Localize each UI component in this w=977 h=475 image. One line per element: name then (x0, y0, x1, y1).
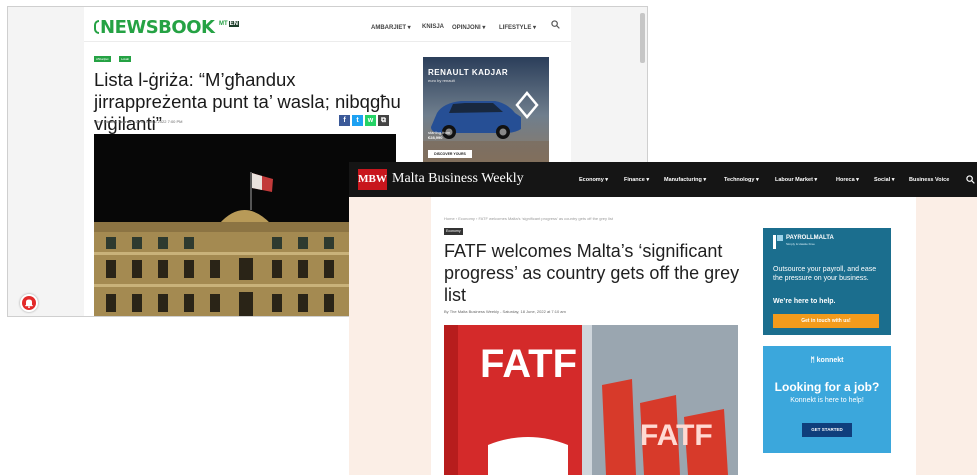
newsbook-logo[interactable]: NEWSBOOK (94, 17, 215, 38)
bell-icon (22, 296, 36, 310)
article-meta: Minn Steven Tournu - 18 ta’ Ġunju 2022 7… (94, 119, 183, 124)
get-started-button[interactable]: GET STARTED (802, 423, 852, 437)
mbw-logo[interactable]: MBW (358, 169, 387, 190)
scrollbar-thumb[interactable] (640, 13, 645, 63)
article-meta: By The Malta Business Weekly - Saturday,… (444, 309, 566, 314)
nav-item-manufacturing[interactable]: Manufacturing ▾ (664, 177, 706, 183)
nav-item-business-voice[interactable]: Business Voice (909, 177, 949, 183)
article-title: FATF welcomes Malta’s ‘significant progr… (444, 241, 740, 305)
nav-item-horeca[interactable]: Horeca ▾ (836, 177, 859, 183)
search-icon[interactable] (551, 20, 560, 29)
category-tag[interactable]: Aħbarijiet (94, 56, 111, 62)
header-divider (84, 41, 571, 42)
notification-bell-button[interactable] (20, 294, 38, 312)
payroll-malta-ad[interactable]: PAYROLLMALTA Simply & Hassle Free Outsou… (763, 228, 891, 335)
nav-item-ambarjiet[interactable]: AMBARJIET ▾ (371, 24, 411, 31)
nav-item-economy[interactable]: Economy ▾ (579, 177, 608, 183)
nav-item-finance[interactable]: Finance ▾ (624, 177, 649, 183)
ad-price: starting from €28,990 (428, 130, 451, 140)
nav-item-knisja[interactable]: KNISJA (422, 24, 444, 30)
breadcrumb[interactable]: Home › Economy › FATF welcomes Malta’s ‘… (444, 216, 613, 221)
nav-item-lifestyle[interactable]: LIFESTYLE ▾ (499, 24, 536, 31)
payroll-logo-icon (773, 235, 783, 249)
screenshot-collage: NEWSBOOK MT EN AMBARJIET ▾ KNISJA OPINJON… (0, 0, 977, 475)
nav-item-labour-market[interactable]: Labour Market ▾ (775, 177, 817, 183)
author-link[interactable]: Steven Tournu (104, 119, 132, 124)
ad-brand: PAYROLLMALTA (786, 235, 834, 241)
nav-item-technology[interactable]: Technology ▾ (724, 177, 759, 183)
logo-mark-icon (94, 20, 99, 34)
category-tag[interactable]: Economy (444, 228, 463, 235)
car-image (423, 91, 549, 163)
konnekt-mark-icon: ᛗ (810, 357, 815, 364)
site-name[interactable]: Malta Business Weekly (392, 171, 524, 187)
ad-tagline: We’re here to help. (773, 298, 836, 305)
mbw-window: MBW Malta Business Weekly Economy ▾ Fina… (349, 162, 977, 475)
copy-link-icon[interactable]: ⧉ (378, 115, 389, 126)
nav-item-opinjoni[interactable]: OPINJONI ▾ (452, 24, 485, 31)
discover-button[interactable]: DISCOVER YOURS (428, 150, 472, 158)
ad-brand-sub: Simply & Hassle Free (786, 242, 815, 246)
ad-subheadline: Konnekt is here to help! (790, 397, 864, 404)
twitter-share-icon[interactable]: t (352, 115, 363, 126)
category-tag[interactable]: Lokali (119, 56, 131, 62)
fatf-letters-text: FATF (640, 419, 713, 452)
fatf-sign-text: FATF (480, 342, 577, 386)
konnekt-ad[interactable]: ᛗ konnekt Looking for a job? Konnekt is … (763, 346, 891, 453)
ad-text: Outsource your payroll, and ease the pre… (773, 266, 877, 282)
nav-item-social[interactable]: Social ▾ (874, 177, 895, 183)
whatsapp-share-icon[interactable]: w (365, 115, 376, 126)
edition-switch[interactable]: MT EN (219, 21, 240, 27)
konnekt-logo: ᛗ konnekt (810, 357, 844, 364)
page-background-left (8, 7, 84, 316)
renault-kadjar-ad[interactable]: RENAULT KADJAR euro by renault starting … (423, 57, 549, 163)
ad-headline: Looking for a job? (774, 380, 880, 394)
facebook-share-icon[interactable]: f (339, 115, 350, 126)
get-in-touch-button[interactable]: Get in touch with us! (773, 314, 879, 328)
article-photo-fatf: FATF FATF (444, 325, 738, 475)
search-icon[interactable] (966, 175, 975, 184)
